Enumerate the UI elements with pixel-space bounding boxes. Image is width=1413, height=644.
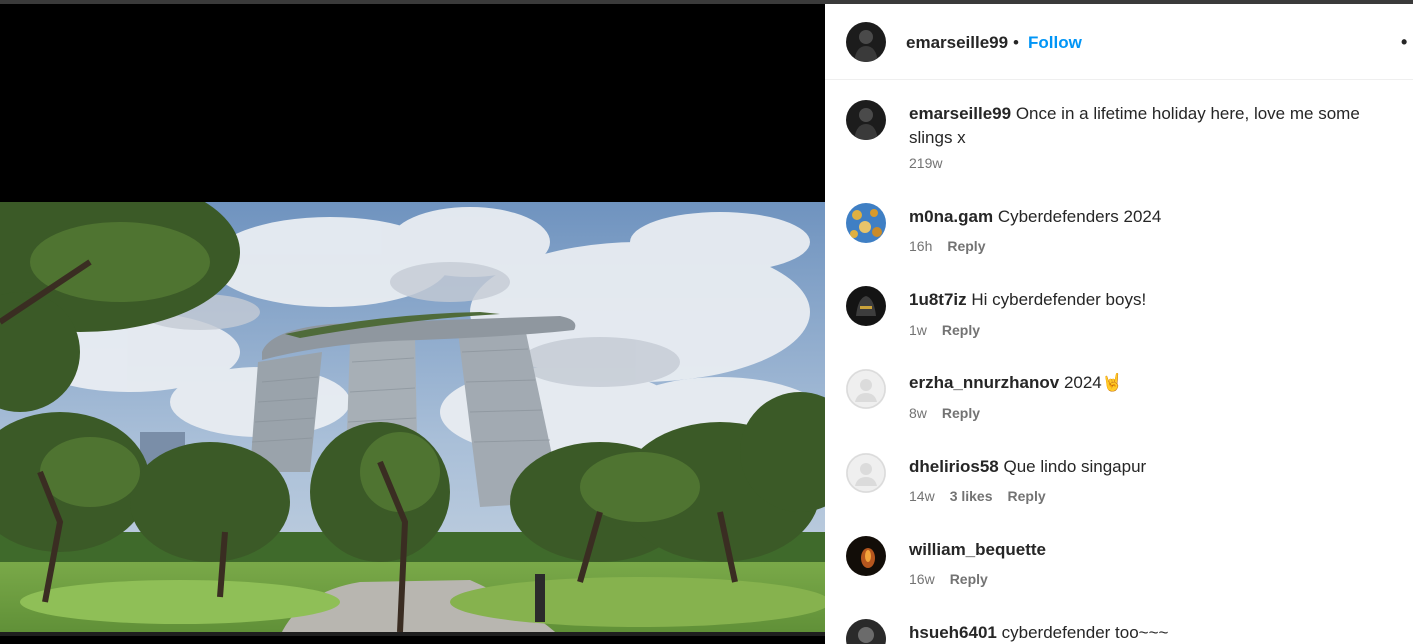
comment-content: Que lindo singapur xyxy=(1003,457,1147,476)
reply-button[interactable]: Reply xyxy=(950,571,988,587)
comment-time: 16w xyxy=(909,571,935,587)
comment-text: 1u8t7iz Hi cyberdefender boys! xyxy=(909,288,1389,312)
comment-username[interactable]: m0na.gam xyxy=(909,207,993,226)
reply-button[interactable]: Reply xyxy=(942,322,980,338)
comment-text: erzha_nnurzhanov 2024🤘 xyxy=(909,371,1389,395)
author-avatar[interactable] xyxy=(846,100,886,140)
post-photo xyxy=(0,202,825,636)
top-strip xyxy=(0,0,825,4)
comment-meta: 14w 3 likes Reply xyxy=(909,488,1061,504)
comment-content: Cyberdefenders 2024 xyxy=(997,207,1162,226)
caption-meta: 219w xyxy=(909,155,957,171)
comment-text: dhelirios58 Que lindo singapur xyxy=(909,455,1389,479)
default-user-icon[interactable] xyxy=(846,369,886,409)
author-username[interactable]: emarseille99 xyxy=(906,33,1008,53)
reply-button[interactable]: Reply xyxy=(942,405,980,421)
comment-content: Hi cyberdefender boys! xyxy=(971,290,1147,309)
comment-content: 2024🤘 xyxy=(1063,373,1123,392)
commenter-avatar[interactable] xyxy=(846,203,886,243)
comment-username[interactable]: dhelirios58 xyxy=(909,457,999,476)
author-avatar[interactable] xyxy=(846,22,886,62)
comment-text: hsueh6401 cyberdefender too~~~ xyxy=(909,621,1389,644)
commenter-avatar[interactable] xyxy=(846,536,886,576)
comment-meta: 1w Reply xyxy=(909,322,995,338)
comments-panel: emarseille99 • Follow • emarseille99 Onc… xyxy=(825,0,1413,644)
comment-content: cyberdefender too~~~ xyxy=(1001,623,1169,642)
reply-button[interactable]: Reply xyxy=(1008,488,1046,504)
comment-time: 8w xyxy=(909,405,927,421)
comment-username[interactable]: william_bequette xyxy=(909,540,1046,559)
likes-count[interactable]: 3 likes xyxy=(950,488,993,504)
comment-username[interactable]: 1u8t7iz xyxy=(909,290,967,309)
reply-button[interactable]: Reply xyxy=(947,238,985,254)
comment-text: m0na.gam Cyberdefenders 2024 xyxy=(909,205,1389,229)
comment-text: william_bequette xyxy=(909,538,1389,562)
commenter-avatar[interactable] xyxy=(846,286,886,326)
comments-list[interactable]: emarseille99 Once in a lifetime holiday … xyxy=(825,80,1413,644)
post-header: emarseille99 • Follow • xyxy=(825,4,1413,80)
follow-button[interactable]: Follow xyxy=(1028,33,1082,53)
default-user-icon[interactable] xyxy=(846,453,886,493)
post-media[interactable] xyxy=(0,0,825,644)
comment-time: 14w xyxy=(909,488,935,504)
comment-time: 1w xyxy=(909,322,927,338)
more-options-icon[interactable]: • xyxy=(1401,32,1407,53)
caption-text: emarseille99 Once in a lifetime holiday … xyxy=(909,102,1389,150)
comment-username[interactable]: hsueh6401 xyxy=(909,623,997,642)
comment-username[interactable]: erzha_nnurzhanov xyxy=(909,373,1059,392)
caption-time: 219w xyxy=(909,155,943,171)
separator-dot: • xyxy=(1013,33,1019,52)
commenter-avatar[interactable] xyxy=(846,619,886,644)
comment-time: 16h xyxy=(909,238,933,254)
comment-meta: 16h Reply xyxy=(909,238,1000,254)
comment-meta: 16w Reply xyxy=(909,571,1003,587)
caption-username[interactable]: emarseille99 xyxy=(909,104,1011,123)
comment-meta: 8w Reply xyxy=(909,405,995,421)
